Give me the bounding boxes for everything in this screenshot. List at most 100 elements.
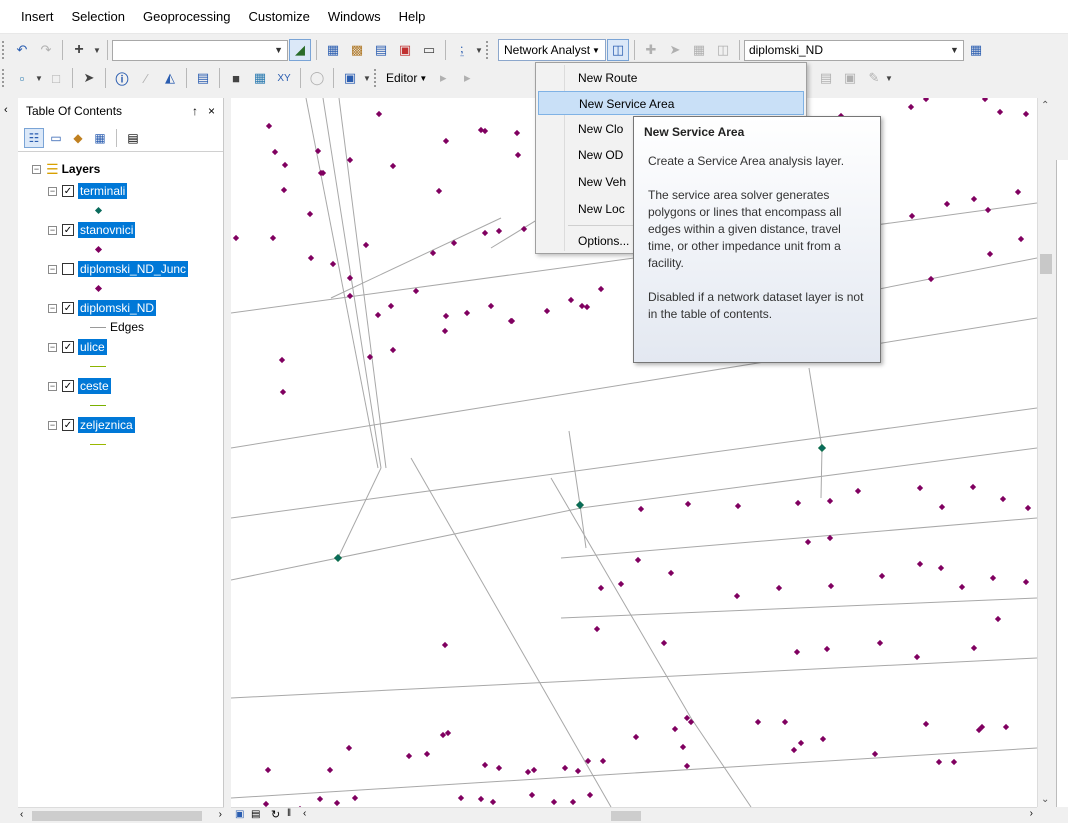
catalog-icon[interactable]: ▩ <box>346 39 368 61</box>
toolbar-grip[interactable] <box>486 41 490 59</box>
layer-item-ulice[interactable]: − ✓ ulice <box>18 336 223 358</box>
scroll-left-icon[interactable]: ‹ <box>303 808 306 819</box>
close-icon[interactable]: × <box>208 104 215 118</box>
undo-icon[interactable]: ↶ <box>11 39 33 61</box>
layer-item-diplomski_ND_Junc[interactable]: − diplomski_ND_Junc <box>18 258 223 280</box>
layer-name[interactable]: stanovnici <box>78 222 136 238</box>
layer-visibility-checkbox[interactable]: ✓ <box>62 380 74 392</box>
create-features-icon[interactable]: ✎ <box>863 67 885 89</box>
network-analyst-window-icon[interactable]: ◫ <box>606 39 629 61</box>
directions-window-icon[interactable]: ◫ <box>712 39 734 61</box>
collapse-icon[interactable]: − <box>32 164 41 174</box>
refresh-icon[interactable]: ↻ <box>271 808 280 821</box>
toolbar-grip[interactable] <box>2 41 6 59</box>
layer-name[interactable]: diplomski_ND_Junc <box>78 261 189 277</box>
sketch-properties-icon[interactable]: ▣ <box>839 67 861 89</box>
layer-visibility-checkbox[interactable]: ✓ <box>62 302 74 314</box>
toolbar-options-icon[interactable]: ▼ <box>885 67 893 89</box>
menu-insert[interactable]: Insert <box>12 0 63 34</box>
network-analyst-dropdown-button[interactable]: Network Analyst ▼ <box>498 39 606 61</box>
layer-visibility-checkbox[interactable]: ✓ <box>62 341 74 353</box>
search-window-icon[interactable]: ▤ <box>370 39 392 61</box>
toolbar-grip[interactable] <box>374 69 378 87</box>
build-network-icon[interactable]: ▦ <box>965 39 987 61</box>
go-to-xy-icon[interactable]: XY <box>273 67 295 89</box>
hyperlink-icon[interactable]: ⁄ <box>135 67 157 89</box>
identify-icon[interactable]: ⓘ <box>111 67 133 89</box>
layer-name[interactable]: zeljeznica <box>78 417 135 433</box>
layer-visibility-checkbox[interactable]: ✓ <box>62 419 74 431</box>
toolbar-options-icon[interactable]: ▼ <box>475 39 483 61</box>
menu-help[interactable]: Help <box>390 0 435 34</box>
layer-visibility-checkbox[interactable]: ✓ <box>62 185 74 197</box>
clear-selection-icon[interactable]: □ <box>45 67 67 89</box>
menu-item-new-route[interactable]: New Route <box>538 66 804 90</box>
layer-item-zeljeznica[interactable]: − ✓ zeljeznica <box>18 414 223 436</box>
collapse-icon[interactable]: − <box>48 225 57 235</box>
menu-item-new-service-area[interactable]: New Service Area <box>538 91 804 115</box>
toolbar-grip[interactable] <box>2 69 6 87</box>
add-data-icon[interactable]: + <box>68 39 90 61</box>
layer-item-diplomski_ND[interactable]: − ✓ diplomski_ND <box>18 297 223 319</box>
select-elements-icon[interactable]: ➤ <box>78 67 100 89</box>
collapse-icon[interactable]: − <box>48 420 57 430</box>
scroll-up-icon[interactable]: ⌃ <box>1041 100 1049 111</box>
layout-view-icon[interactable]: ▤ <box>251 809 260 820</box>
list-by-visibility-icon[interactable]: ◆ <box>68 128 88 148</box>
editor-menu-button[interactable]: Editor ▼ <box>382 67 431 89</box>
table-of-contents-icon[interactable]: ▦ <box>322 39 344 61</box>
menu-selection[interactable]: Selection <box>63 0 134 34</box>
select-move-location-icon[interactable]: ➤ <box>664 39 686 61</box>
layer-item-stanovnici[interactable]: − ✓ stanovnici <box>18 219 223 241</box>
layer-item-terminali[interactable]: − ✓ terminali <box>18 180 223 202</box>
menu-geoprocessing[interactable]: Geoprocessing <box>134 0 239 34</box>
toolbar-options-icon[interactable]: ▼ <box>363 67 371 89</box>
collapse-icon[interactable]: − <box>48 342 57 352</box>
chevron-down-icon[interactable]: ▼ <box>35 67 43 89</box>
python-window-icon[interactable]: ▭ <box>418 39 440 61</box>
model-builder-icon[interactable]: ⍮ <box>451 39 473 61</box>
edit-annotation-icon[interactable]: ▸ <box>456 67 478 89</box>
map-vertical-scrollbar[interactable]: ⌃ ⌄ <box>1037 98 1054 807</box>
list-by-drawing-order-icon[interactable]: ☷ <box>24 127 44 148</box>
layer-item-ceste[interactable]: − ✓ ceste <box>18 375 223 397</box>
chevron-down-icon[interactable]: ▼ <box>92 39 102 61</box>
redo-icon[interactable]: ↷ <box>35 39 57 61</box>
editor-toolbar-icon[interactable]: ◢ <box>289 39 311 61</box>
layer-name[interactable]: terminali <box>78 183 128 199</box>
scroll-left-icon[interactable]: ‹ <box>20 809 23 820</box>
scroll-right-icon[interactable]: › <box>1030 808 1033 819</box>
attributes-icon[interactable]: ▤ <box>815 67 837 89</box>
scroll-down-icon[interactable]: ⌄ <box>1041 794 1049 805</box>
layers-data-frame[interactable]: − ☰ Layers <box>18 158 223 180</box>
create-network-location-icon[interactable]: ✚ <box>640 39 662 61</box>
network-dataset-combo[interactable]: diplomski_ND ▼ <box>743 39 964 61</box>
edit-tool-icon[interactable]: ▸ <box>432 67 454 89</box>
chevron-left-icon[interactable]: ‹ <box>4 104 8 116</box>
layer-name[interactable]: diplomski_ND <box>78 300 157 316</box>
select-features-icon[interactable]: ▫ <box>11 67 33 89</box>
options-icon[interactable]: ▤ <box>123 128 143 148</box>
collapse-icon[interactable]: − <box>48 303 57 313</box>
list-by-source-icon[interactable]: ▭ <box>46 128 66 148</box>
list-by-selection-icon[interactable]: ▦ <box>90 128 110 148</box>
solve-grid-icon[interactable]: ▦ <box>688 39 710 61</box>
layer-name[interactable]: ulice <box>78 339 107 355</box>
layer-name[interactable]: ceste <box>78 378 111 394</box>
map-scale-combo[interactable]: ▼ <box>112 39 288 61</box>
pin-icon[interactable]: ↑ <box>192 104 198 118</box>
find-route-icon[interactable]: ▦ <box>249 67 271 89</box>
collapse-icon[interactable]: − <box>48 264 57 274</box>
collapse-icon[interactable]: − <box>48 186 57 196</box>
find-icon[interactable]: ■ <box>225 67 247 89</box>
map-horizontal-scrollbar[interactable]: ▣ ▤ ↻ ‖ ‹ › <box>231 807 1037 823</box>
pause-drawing-icon[interactable]: ‖ <box>287 808 291 819</box>
layer-visibility-checkbox[interactable] <box>62 263 74 275</box>
toc-horizontal-scrollbar[interactable]: ‹ › <box>18 807 224 823</box>
arctoolbox-icon[interactable]: ▣ <box>394 39 416 61</box>
menu-windows[interactable]: Windows <box>319 0 390 34</box>
html-popup-icon[interactable]: ◭ <box>159 67 181 89</box>
data-view-icon[interactable]: ▣ <box>235 809 244 820</box>
layer-visibility-checkbox[interactable]: ✓ <box>62 224 74 236</box>
menu-customize[interactable]: Customize <box>239 0 318 34</box>
